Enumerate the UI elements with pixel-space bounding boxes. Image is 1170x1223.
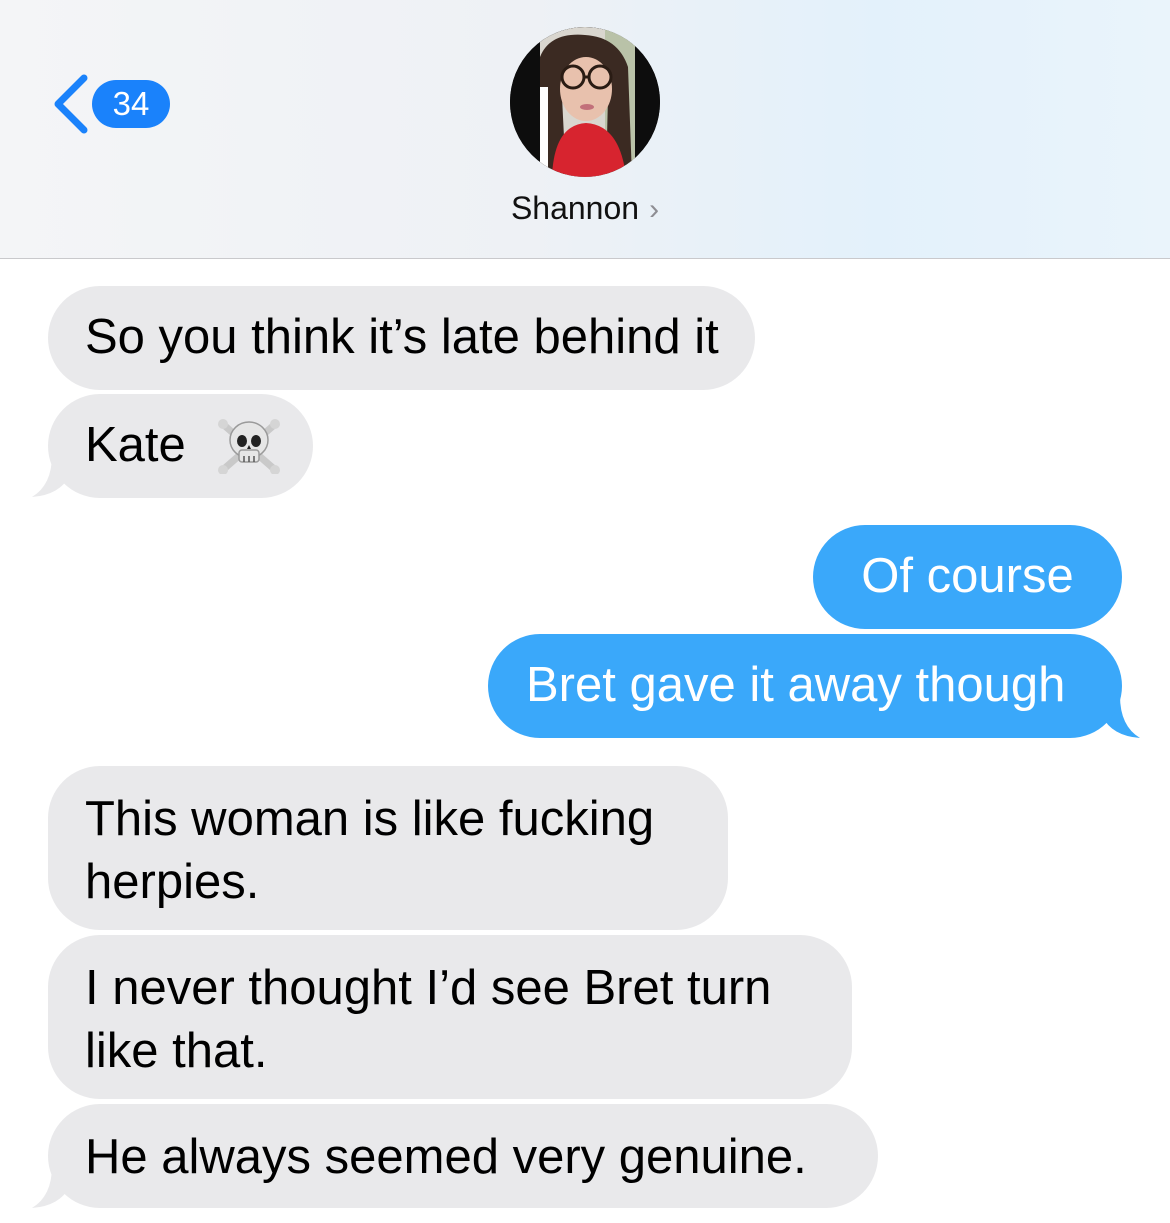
avatar[interactable] [510, 27, 660, 177]
message-bubble-incoming[interactable]: I never thought I’d see Bret turn like t… [48, 935, 852, 1099]
message-text-line: This woman is like fucking [85, 792, 655, 846]
message-bubble-incoming[interactable]: Kate [48, 394, 314, 498]
message-text-line: like that. [85, 1024, 268, 1078]
message-bubble-outgoing[interactable]: Bret gave it away though [488, 634, 1122, 738]
message-bubble-outgoing[interactable]: Of course [813, 525, 1122, 629]
message-bubble-incoming[interactable]: So you think it’s late behind it [48, 286, 755, 390]
message-text: Of course [861, 549, 1074, 603]
skull-and-crossbones-icon [218, 419, 281, 475]
message-text: He always seemed very genuine. [85, 1130, 807, 1184]
avatar-photo [510, 27, 660, 177]
chevron-right-icon: › [649, 193, 660, 226]
contact-name: Shannon [510, 190, 640, 226]
contact-name-button[interactable]: Shannon › [0, 190, 1170, 227]
message-text-line: I never thought I’d see Bret turn [85, 961, 772, 1015]
message-text: Kate [85, 418, 186, 472]
message-bubble-incoming[interactable]: He always seemed very genuine. [48, 1104, 878, 1208]
message-text: So you think it’s late behind it [85, 310, 719, 364]
message-bubble-incoming[interactable]: This woman is like fucking herpies. [48, 766, 728, 930]
chevron-left-icon [54, 74, 88, 134]
conversation-header: 34 Shannon › [0, 0, 1170, 259]
message-text: Bret gave it away though [526, 658, 1066, 712]
unread-count-badge: 34 [92, 80, 170, 128]
message-text-line: herpies. [85, 855, 260, 909]
back-button[interactable]: 34 [44, 66, 184, 142]
